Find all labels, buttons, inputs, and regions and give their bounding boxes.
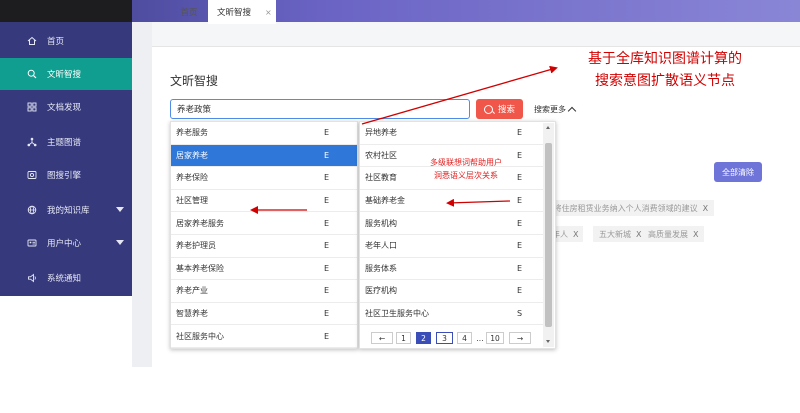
annotation-arrows xyxy=(250,65,558,214)
annotation-arrow-main xyxy=(361,65,558,125)
annotation-arrow-right xyxy=(446,198,511,207)
